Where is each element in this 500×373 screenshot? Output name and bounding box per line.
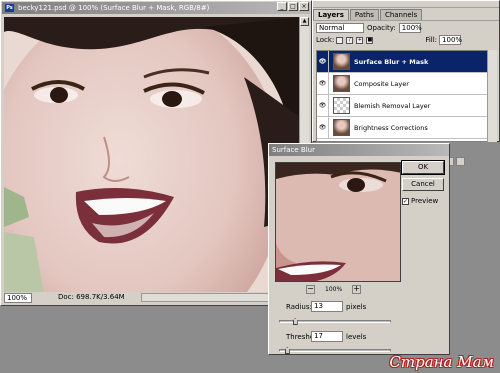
zoom-out-button[interactable]: − [306, 285, 315, 294]
scroll-up-icon[interactable]: ▲ [300, 17, 309, 26]
minimize-button[interactable]: _ [277, 2, 287, 11]
filter-preview[interactable] [275, 162, 401, 282]
opacity-label: Opacity: [367, 23, 396, 32]
lock-paint-icon[interactable]: / [346, 36, 354, 44]
layers-palette: Layers Paths Channels Normal Opacity: 10… [312, 0, 500, 142]
fill-field[interactable]: 100% [439, 35, 462, 45]
radius-unit: pixels [346, 302, 367, 311]
lock-transparency-icon[interactable] [336, 36, 344, 44]
close-button[interactable]: × [299, 2, 309, 11]
visibility-eye-icon[interactable]: 👁 [317, 116, 329, 139]
visibility-eye-icon[interactable]: 👁 [317, 94, 329, 117]
visibility-eye-icon[interactable]: 👁 [317, 51, 329, 73]
document-window: Ps becky121.psd @ 100% (Surface Blur + M… [0, 0, 312, 306]
lock-icons: / + ■ [336, 36, 374, 44]
zoom-field[interactable]: 100% [4, 292, 32, 303]
layer-name: Composite Layer [354, 79, 409, 88]
preview-option[interactable]: ✓ Preview [402, 197, 438, 205]
visibility-eye-icon[interactable]: 👁 [317, 72, 329, 95]
lock-all-icon[interactable]: ■ [366, 36, 374, 44]
palette-tabs: Layers Paths Channels [313, 9, 499, 20]
maximize-button[interactable]: □ [288, 2, 298, 11]
trash-icon[interactable] [456, 157, 465, 166]
document-title-bar[interactable]: Ps becky121.psd @ 100% (Surface Blur + M… [2, 2, 310, 14]
preview-label: Preview [411, 197, 439, 205]
layer-thumbnail [333, 97, 350, 114]
preview-checkbox[interactable]: ✓ [402, 197, 409, 205]
preview-image [276, 163, 400, 281]
threshold-slider-handle[interactable] [284, 347, 290, 354]
dialog-title[interactable]: Surface Blur [269, 144, 449, 156]
tab-paths[interactable]: Paths [349, 9, 379, 20]
doc-size-info[interactable]: Doc: 698.7K/3.64M [58, 292, 125, 303]
lock-row: Lock: / + ■ Fill: 100% [313, 34, 499, 46]
tab-channels[interactable]: Channels [379, 9, 423, 20]
blend-mode-select[interactable]: Normal [316, 22, 364, 33]
portrait-image [4, 17, 300, 293]
layers-scrollbar[interactable] [487, 50, 497, 142]
lock-label: Lock: [316, 36, 335, 44]
layer-name: Blemish Removal Layer [354, 101, 431, 110]
layer-row[interactable]: 👁 Blemish Removal Layer [317, 94, 487, 117]
threshold-label: Threshold: [286, 332, 323, 341]
threshold-unit: levels [346, 332, 367, 341]
ok-button[interactable]: OK [401, 160, 445, 175]
radius-row: Radius: 13 pixels [286, 301, 366, 312]
preview-zoom-level: 100% [325, 286, 343, 293]
layer-row[interactable]: 👁 Surface Blur + Mask [317, 51, 487, 73]
layer-row[interactable]: 👁 Composite Layer [317, 72, 487, 95]
zoom-in-button[interactable]: + [352, 285, 362, 294]
blend-row: Normal Opacity: 100% [313, 20, 499, 34]
threshold-row: Threshold: 17 levels [286, 331, 366, 342]
photoshop-icon: Ps [5, 4, 14, 12]
lock-move-icon[interactable]: + [356, 36, 364, 44]
window-controls: _ □ × [277, 2, 309, 11]
radius-slider[interactable] [279, 318, 391, 325]
radius-slider-handle[interactable] [292, 318, 298, 325]
layer-thumbnail [333, 75, 350, 92]
palette-title-bar[interactable] [313, 1, 499, 8]
radius-input[interactable]: 13 [311, 301, 343, 312]
image-canvas[interactable] [4, 17, 300, 293]
layer-thumbnail [333, 119, 350, 136]
site-watermark: Страна Мам [389, 353, 494, 371]
threshold-slider[interactable] [279, 347, 391, 354]
layer-list: 👁 Surface Blur + Mask 👁 Composite Layer … [316, 50, 488, 142]
surface-blur-dialog: Surface Blur − 100% + OK Cancel ✓ Previe… [268, 143, 450, 355]
status-bar: 100% Doc: 698.7K/3.64M [4, 292, 300, 303]
layer-name: Brightness Corrections [354, 123, 428, 132]
fill-label: Fill: [425, 36, 438, 44]
tab-layers[interactable]: Layers [313, 9, 349, 20]
preview-zoom-controls: − 100% + [306, 285, 362, 294]
radius-label: Radius: [286, 302, 312, 311]
layer-row[interactable]: 👁 Brightness Corrections [317, 116, 487, 139]
cancel-button[interactable]: Cancel [402, 178, 444, 191]
layer-thumbnail [333, 53, 350, 70]
opacity-field[interactable]: 100% [398, 22, 422, 33]
threshold-input[interactable]: 17 [311, 331, 343, 342]
layer-name: Surface Blur + Mask [354, 57, 429, 66]
document-title: becky121.psd @ 100% (Surface Blur + Mask… [18, 4, 210, 12]
